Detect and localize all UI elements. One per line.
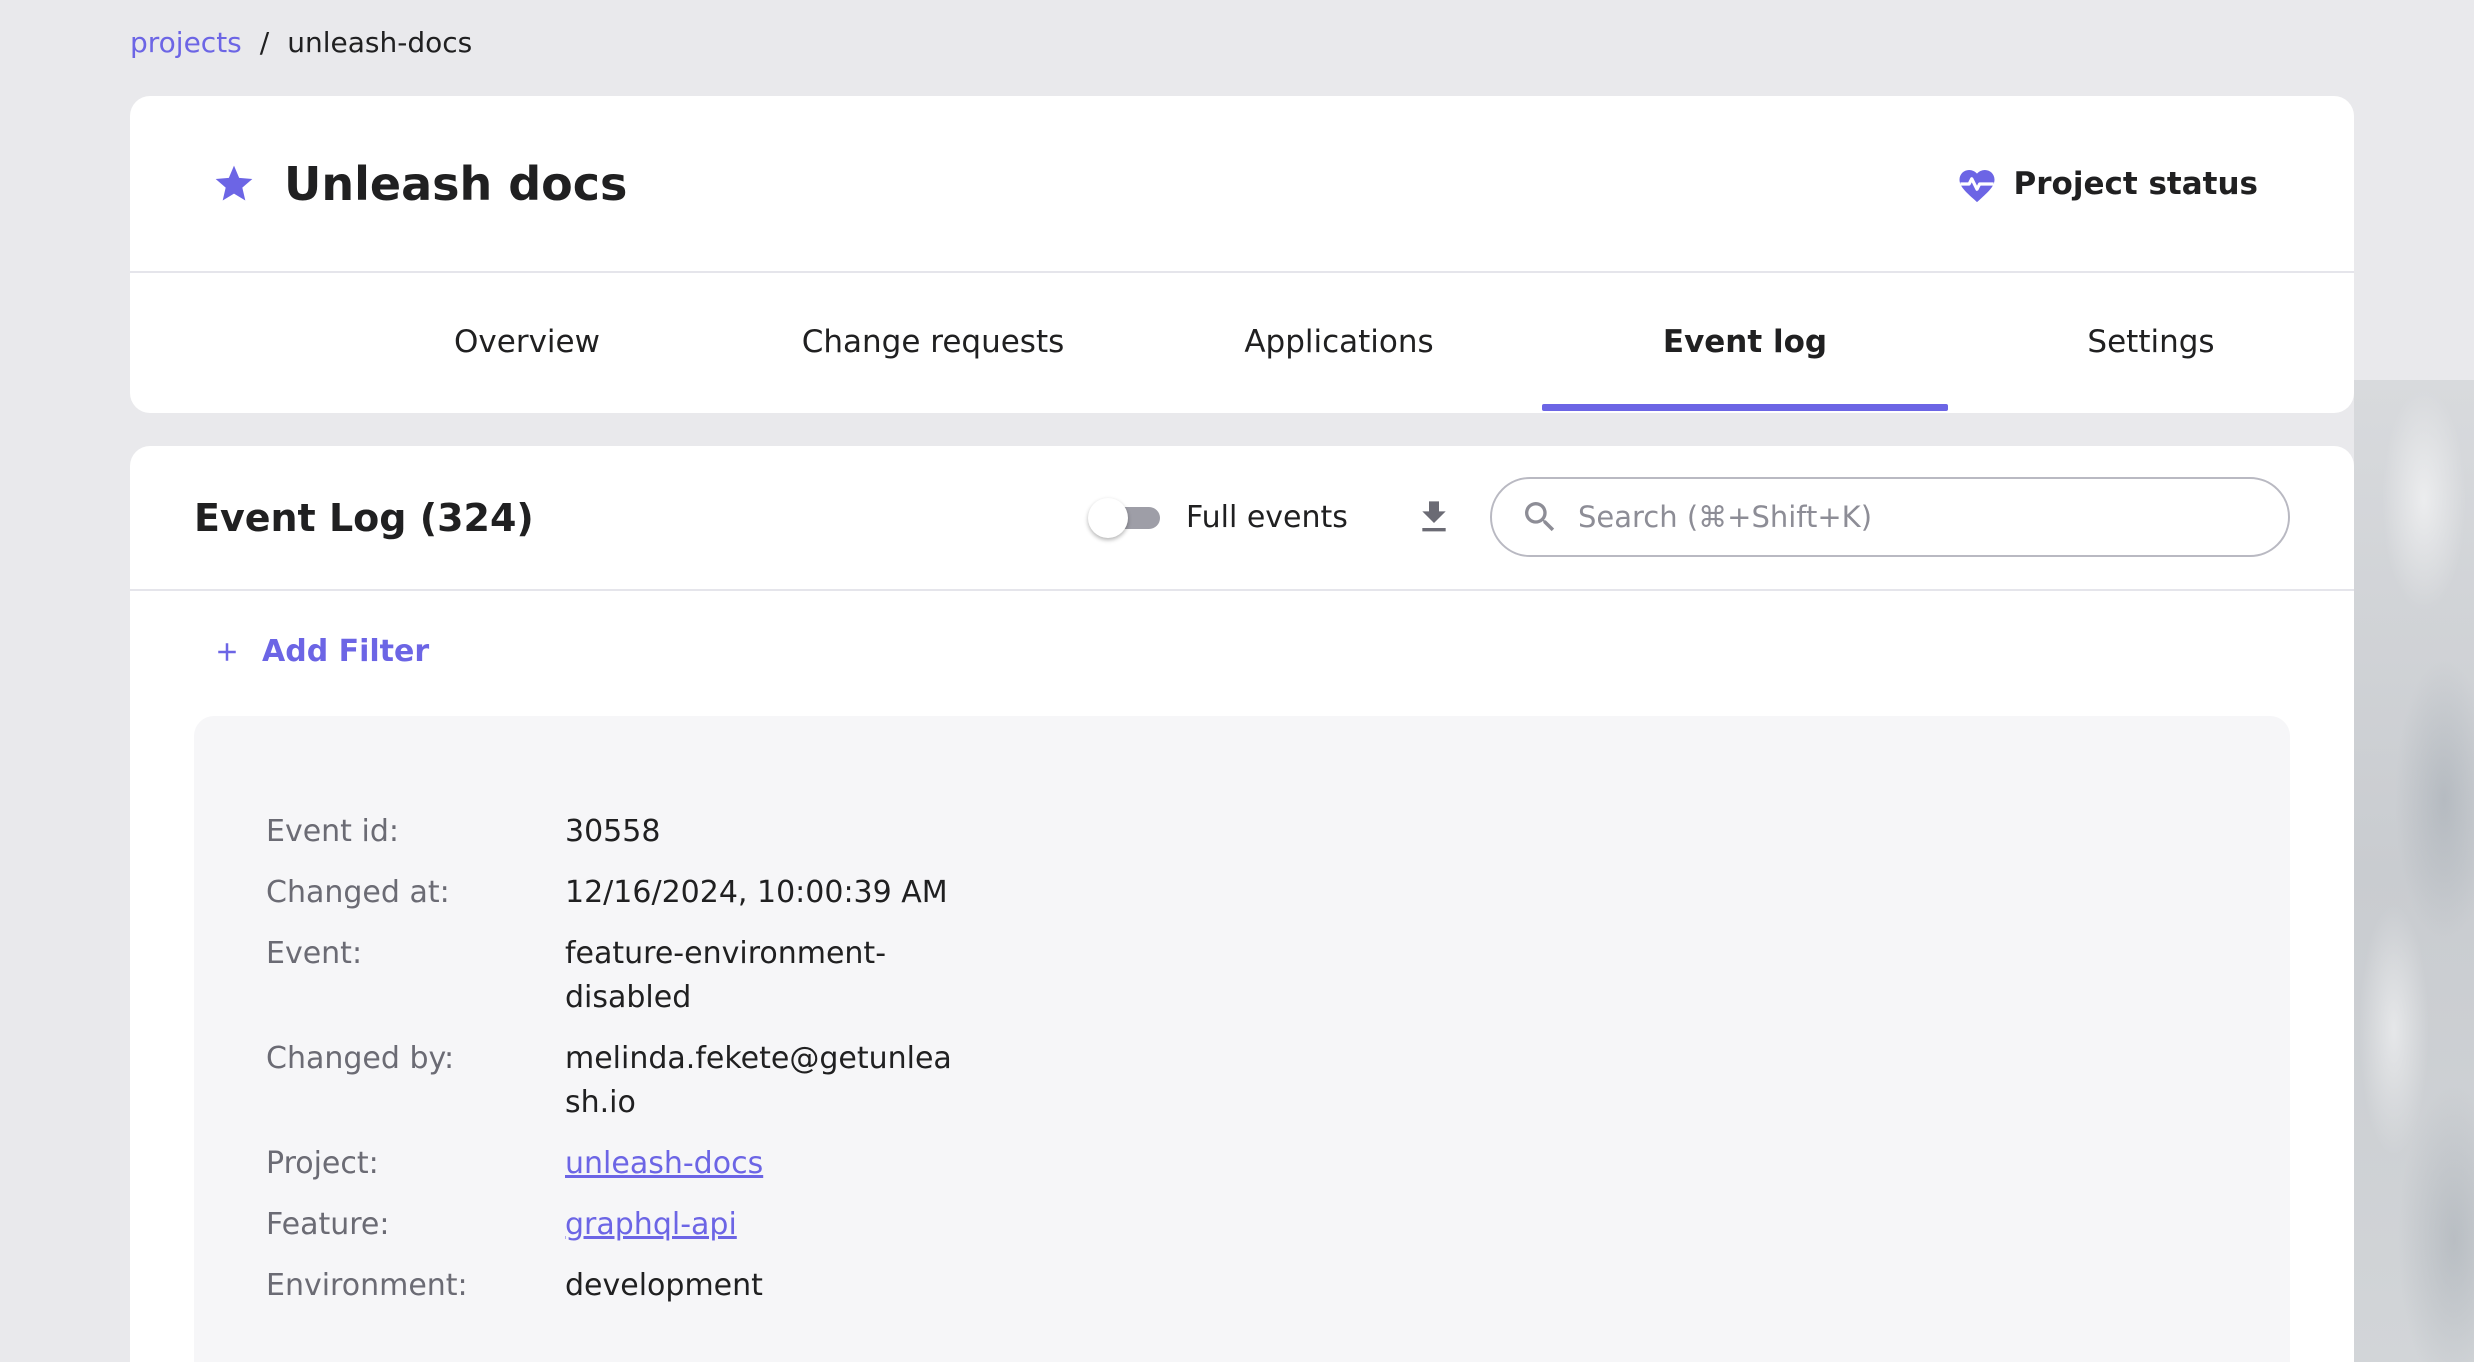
event-value: 12/16/2024, 10:00:39 AM [565,875,948,910]
project-status-button[interactable]: Project status [1956,164,2258,204]
page: projects / unleash-docs Unleash docs Pro… [0,0,2474,1362]
event-value: unleash-docs [565,1142,965,1203]
breadcrumb-current: unleash-docs [287,26,473,59]
search-field[interactable] [1490,477,2290,557]
tab-overview[interactable]: Overview [324,273,730,411]
breadcrumb-projects-link[interactable]: projects [130,26,242,59]
search-icon [1520,497,1560,537]
event-key: Changed by: [266,1041,455,1076]
event-row-environment: Environment: development [266,1264,965,1325]
event-key: Event: [266,936,363,971]
tab-settings[interactable]: Settings [1948,273,2354,411]
project-link[interactable]: unleash-docs [565,1146,763,1181]
event-key: Event id: [266,814,399,849]
search-input[interactable] [1578,500,2258,534]
full-events-label: Full events [1186,500,1348,535]
event-row-changed-at: Changed at: 12/16/2024, 10:00:39 AM [266,871,965,932]
event-log-header: Event Log (324) Full events [130,446,2354,591]
event-value: 30558 [565,814,661,849]
event-key: Changed at: [266,875,450,910]
breadcrumb: projects / unleash-docs [130,26,472,59]
event-value: melinda.fekete@getunleash.io [565,1041,952,1120]
event-row-changed-by: Changed by: melinda.fekete@getunleash.io [266,1037,965,1142]
event-log-title: Event Log (324) [194,495,534,540]
breadcrumb-separator: / [259,26,270,59]
event-value: graphql-api [565,1203,965,1264]
event-row-project: Project: unleash-docs [266,1142,965,1203]
add-filter-button[interactable]: Add Filter [212,634,429,669]
title-wrap: Unleash docs [212,157,627,211]
event-key: Project: [266,1146,379,1181]
event-key: Feature: [266,1207,390,1242]
tab-event-log[interactable]: Event log [1542,273,1948,411]
event-key: Environment: [266,1268,468,1303]
event-row-id: Event id: 30558 [266,810,965,871]
event-entry: Event id: 30558 Changed at: 12/16/2024, … [194,716,2290,1362]
tab-applications[interactable]: Applications [1136,273,1542,411]
project-tabs: Overview Change requests Applications Ev… [130,273,2354,411]
full-events-toggle[interactable]: Full events [1088,497,1348,538]
page-title: Unleash docs [284,156,628,211]
event-value: development [565,1268,763,1303]
feature-link[interactable]: graphql-api [565,1207,737,1242]
plus-icon [212,637,242,667]
project-header: Unleash docs Project status [130,96,2354,273]
project-status-label: Project status [2013,165,2258,202]
add-filter-label: Add Filter [262,634,430,669]
star-icon[interactable] [212,162,256,206]
event-row-feature: Feature: graphql-api [266,1203,965,1264]
download-icon[interactable] [1414,496,1454,540]
event-value: feature-environment-disabled [565,936,887,1015]
tab-change-requests[interactable]: Change requests [730,273,1136,411]
heart-pulse-icon [1956,164,1998,204]
full-events-switch[interactable] [1088,497,1162,538]
event-row-type: Event: feature-environment-disabled [266,932,965,1037]
switch-thumb [1088,497,1128,538]
event-log-card: Event Log (324) Full events Search (⌘+Sh… [130,446,2354,1362]
background-decoration [2354,380,2474,1362]
event-details: Event id: 30558 Changed at: 12/16/2024, … [266,810,965,1325]
project-header-card: Unleash docs Project status Overview Cha… [130,96,2354,413]
